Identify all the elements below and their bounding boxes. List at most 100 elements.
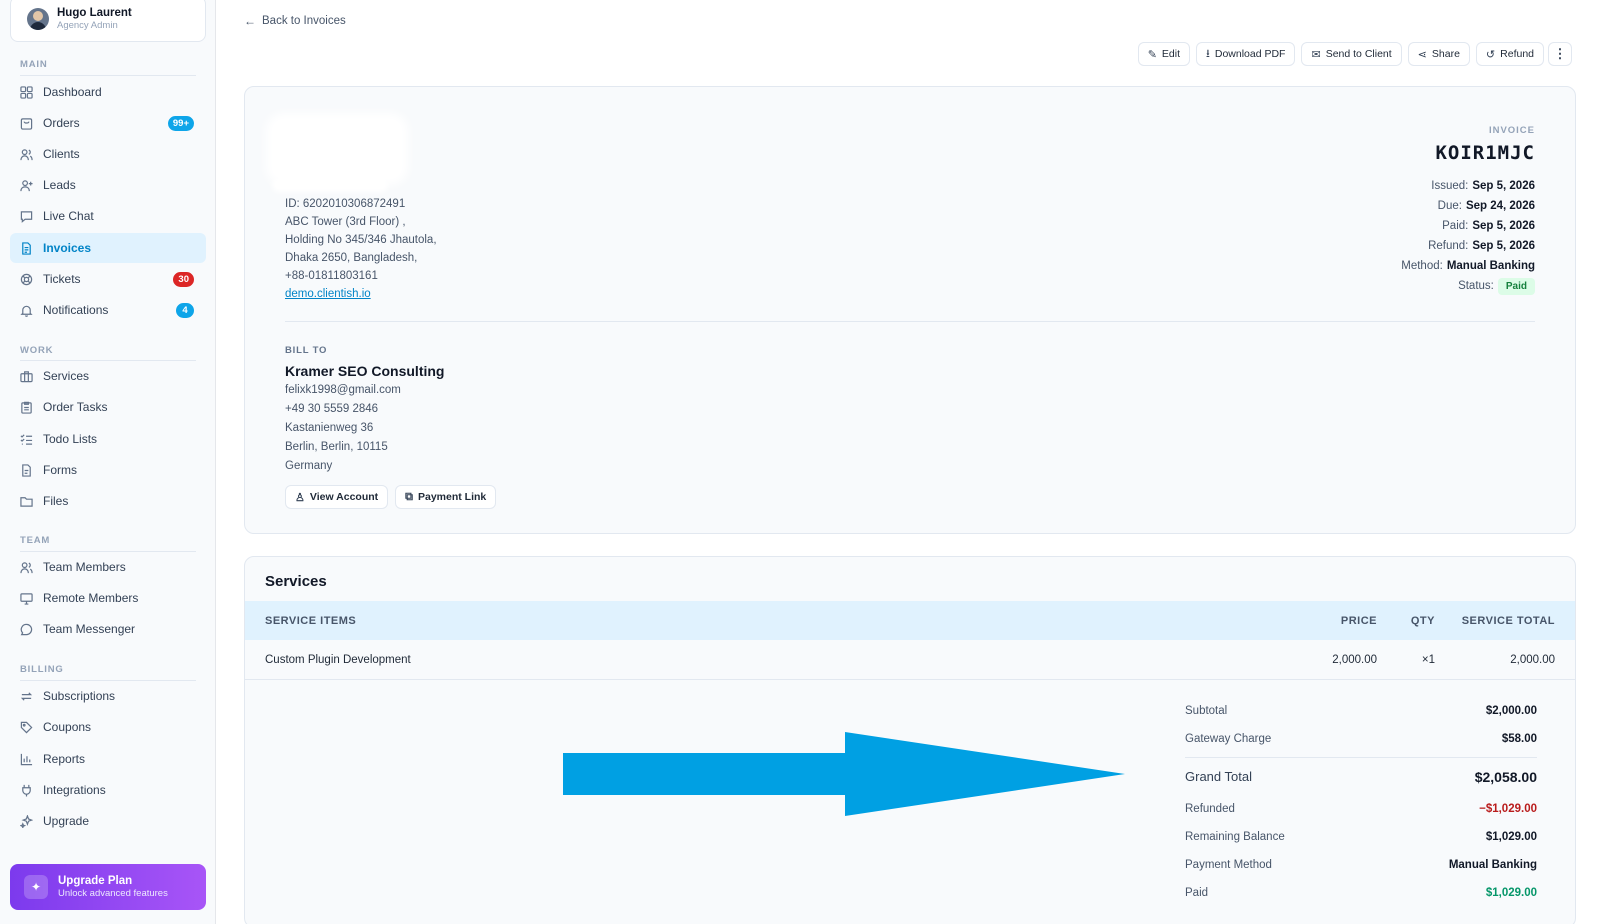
client-city: Berlin, Berlin, 10115 bbox=[285, 441, 388, 453]
sidebar-item-label: Leads bbox=[43, 178, 76, 192]
sidebar-item-forms[interactable]: Forms bbox=[10, 455, 206, 485]
subtotal-value: $2,000.00 bbox=[1485, 705, 1537, 717]
share-button[interactable]: ⋖ Share bbox=[1407, 42, 1470, 66]
chat-icon bbox=[20, 210, 33, 223]
paid-date-row: Paid: Sep 5, 2026 bbox=[1401, 216, 1535, 236]
client-details: felixk1998@gmail.com +49 30 5559 2846 Ka… bbox=[285, 381, 401, 476]
view-account-button[interactable]: ♙ View Account bbox=[285, 485, 389, 509]
download-pdf-button[interactable]: ⭳ Download PDF bbox=[1196, 42, 1296, 66]
back-to-invoices-link[interactable]: ← Back to Invoices bbox=[244, 14, 346, 28]
sidebar-item-label: Coupons bbox=[43, 720, 92, 734]
view-account-label: View Account bbox=[309, 491, 379, 503]
sidebar-item-upgrade[interactable]: Upgrade bbox=[10, 806, 206, 836]
sidebar-item-files[interactable]: Files bbox=[10, 486, 206, 516]
status-label: Status: bbox=[1458, 280, 1494, 292]
grand-total-row: Grand Total $2,058.00 bbox=[1185, 757, 1537, 795]
invoice-number: KOIR1MJC bbox=[1435, 142, 1535, 164]
upgrade-plan-subtitle: Unlock advanced features bbox=[58, 887, 168, 899]
due-date: Sep 24, 2026 bbox=[1465, 200, 1535, 212]
sidebar-item-label: Reports bbox=[43, 752, 86, 766]
sidebar-item-dashboard[interactable]: Dashboard bbox=[10, 77, 206, 107]
payment-link-button[interactable]: ⧉ Payment Link bbox=[395, 485, 497, 509]
download-icon: ⭳ bbox=[1206, 47, 1210, 60]
sidebar-item-notifications[interactable]: Notifications 4 bbox=[10, 295, 206, 325]
sidebar-item-label: Live Chat bbox=[43, 209, 94, 223]
monitor-icon bbox=[20, 592, 33, 605]
send-to-client-label: Send to Client bbox=[1325, 48, 1392, 60]
user-icon: ♙ bbox=[295, 491, 305, 504]
user-name: Hugo Laurent bbox=[57, 7, 132, 19]
services-table-header: SERVICE ITEMS PRICE QTY SERVICE TOTAL bbox=[245, 601, 1575, 640]
user-profile-card[interactable]: Hugo Laurent Agency Admin bbox=[10, 0, 206, 42]
sidebar-item-orders[interactable]: Orders 99+ bbox=[10, 108, 206, 138]
refunded-row: Refunded −$1,029.00 bbox=[1185, 795, 1537, 823]
sidebar-item-todo-lists[interactable]: Todo Lists bbox=[10, 424, 206, 454]
tickets-count-badge: 30 bbox=[173, 271, 194, 287]
rotate-ccw-icon: ↺ bbox=[1485, 48, 1496, 61]
payment-method-row: Payment Method Manual Banking bbox=[1185, 851, 1537, 879]
sidebar-item-remote-members[interactable]: Remote Members bbox=[10, 583, 206, 613]
payment-method: Manual Banking bbox=[1446, 260, 1535, 272]
subtotal-row: Subtotal $2,000.00 bbox=[1185, 697, 1537, 725]
sidebar-item-label: Services bbox=[43, 369, 90, 383]
sidebar-item-live-chat[interactable]: Live Chat bbox=[10, 201, 206, 231]
remaining-balance-row: Remaining Balance $1,029.00 bbox=[1185, 823, 1537, 851]
lifebuoy-icon bbox=[20, 273, 33, 286]
client-email: felixk1998@gmail.com bbox=[285, 384, 401, 396]
sidebar-item-label: Upgrade bbox=[43, 814, 90, 828]
sidebar-item-label: Subscriptions bbox=[43, 689, 116, 703]
section-label-main: MAIN bbox=[20, 59, 48, 70]
sidebar-item-services[interactable]: Services bbox=[10, 361, 206, 391]
sidebar-item-subscriptions[interactable]: Subscriptions bbox=[10, 681, 206, 711]
sidebar-item-team-members[interactable]: Team Members bbox=[10, 552, 206, 582]
user-role: Agency Admin bbox=[57, 20, 118, 31]
sidebar-item-order-tasks[interactable]: Order Tasks bbox=[10, 392, 206, 422]
sidebar-item-team-messenger[interactable]: Team Messenger bbox=[10, 614, 206, 644]
clipboard-icon bbox=[20, 401, 33, 414]
sidebar-item-reports[interactable]: Reports bbox=[10, 744, 206, 774]
edit-button[interactable]: ✎ Edit bbox=[1137, 42, 1190, 66]
service-item-qty: ×1 bbox=[1421, 653, 1435, 666]
service-item-name: Custom Plugin Development bbox=[265, 653, 411, 666]
external-link-icon: ⧉ bbox=[405, 490, 413, 503]
sidebar-item-label: Team Messenger bbox=[43, 622, 136, 636]
section-label-team: TEAM bbox=[20, 535, 51, 546]
sidebar-item-integrations[interactable]: Integrations bbox=[10, 775, 206, 805]
download-pdf-label: Download PDF bbox=[1214, 48, 1286, 60]
sidebar-item-tickets[interactable]: Tickets 30 bbox=[10, 264, 206, 294]
sidebar-item-coupons[interactable]: Coupons bbox=[10, 712, 206, 742]
back-link-label: Back to Invoices bbox=[262, 15, 346, 27]
sidebar-item-leads[interactable]: Leads bbox=[10, 170, 206, 200]
invoice-toolbar: ✎ Edit ⭳ Download PDF ✉ Send to Client ⋖ Sha… bbox=[1137, 42, 1544, 66]
more-options-button[interactable]: ⋮ bbox=[1548, 42, 1572, 66]
sparkles-icon bbox=[20, 814, 33, 828]
refund-date-row: Refund: Sep 5, 2026 bbox=[1401, 236, 1535, 256]
folder-icon bbox=[20, 495, 33, 508]
sidebar-item-label: Clients bbox=[43, 147, 80, 161]
sidebar-item-clients[interactable]: Clients bbox=[10, 139, 206, 169]
annotation-arrow bbox=[563, 732, 1125, 816]
invoice-totals: Subtotal $2,000.00 Gateway Charge $58.00 G… bbox=[1185, 697, 1537, 907]
client-name: Kramer SEO Consulting bbox=[285, 363, 445, 379]
checklist-icon bbox=[20, 433, 33, 446]
refund-button[interactable]: ↺ Refund bbox=[1475, 42, 1544, 66]
share-label: Share bbox=[1431, 48, 1460, 60]
company-website-link[interactable]: demo.clientish.io bbox=[285, 288, 371, 300]
paid-value: $1,029.00 bbox=[1485, 887, 1537, 899]
sparkles-icon: ✦ bbox=[24, 875, 48, 899]
upgrade-plan-card[interactable]: ✦ Upgrade Plan Unlock advanced features bbox=[10, 864, 206, 910]
company-address-line: Holding No 345/346 Jhautola, bbox=[285, 234, 437, 246]
client-country: Germany bbox=[285, 460, 333, 472]
status-badge: Paid bbox=[1497, 278, 1535, 295]
subtotal-label: Subtotal bbox=[1185, 705, 1228, 717]
sidebar-item-label: Forms bbox=[43, 463, 77, 477]
company-phone: +88-01811803161 bbox=[285, 270, 378, 282]
gateway-charge-label: Gateway Charge bbox=[1185, 733, 1272, 745]
sidebar-item-invoices[interactable]: Invoices bbox=[10, 233, 206, 263]
payment-method-value: Manual Banking bbox=[1448, 859, 1537, 871]
invoice-meta: INVOICE KOIR1MJC Issued: Sep 5, 2026 Due:… bbox=[1401, 125, 1535, 296]
send-to-client-button[interactable]: ✉ Send to Client bbox=[1301, 42, 1402, 66]
orders-count-badge: 99+ bbox=[167, 115, 194, 131]
sidebar-item-label: Remote Members bbox=[43, 591, 139, 605]
sidebar-item-label: Invoices bbox=[43, 241, 92, 255]
